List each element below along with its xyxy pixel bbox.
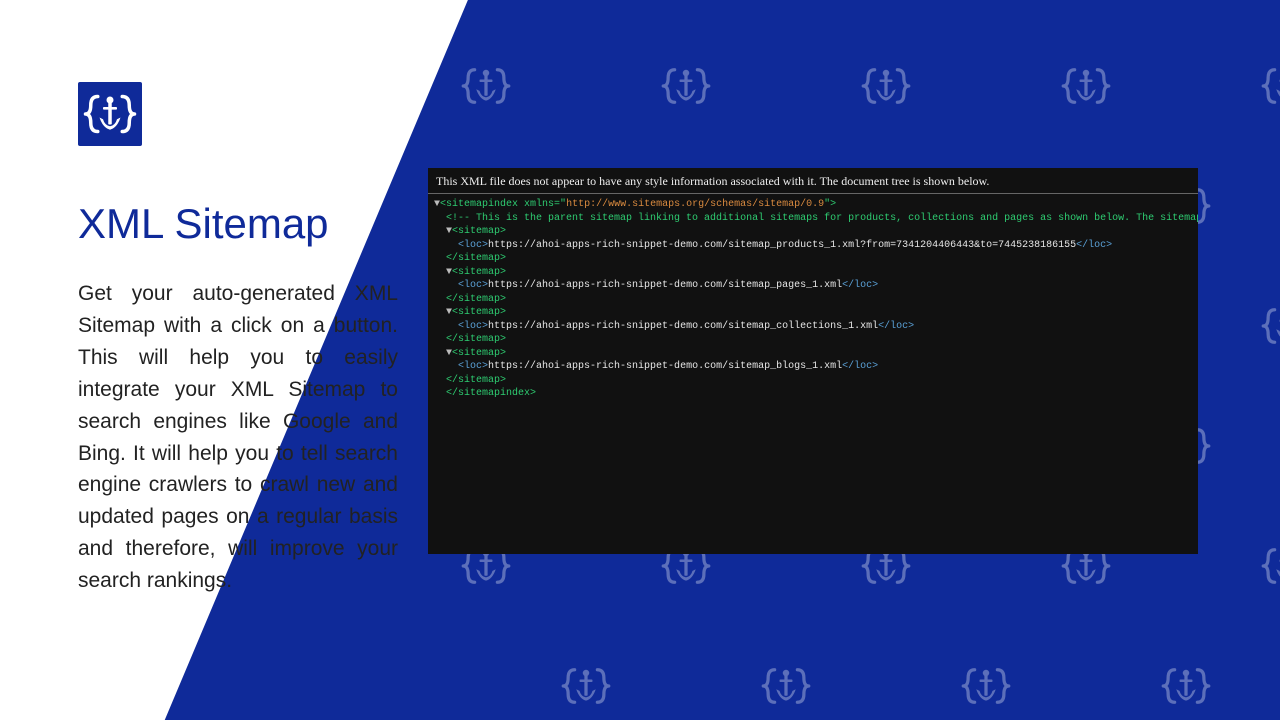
brand-logo bbox=[78, 82, 142, 146]
description-text: Get your auto-generated XML Sitemap with… bbox=[78, 278, 398, 597]
xml-notice-bar: This XML file does not appear to have an… bbox=[428, 168, 1198, 194]
xml-tree-body: ▼<sitemapindex xmlns="http://www.sitemap… bbox=[428, 194, 1198, 405]
anchor-braces-icon bbox=[82, 86, 138, 142]
xml-viewer-panel: This XML file does not appear to have an… bbox=[428, 168, 1198, 554]
page-title: XML Sitemap bbox=[78, 200, 329, 248]
